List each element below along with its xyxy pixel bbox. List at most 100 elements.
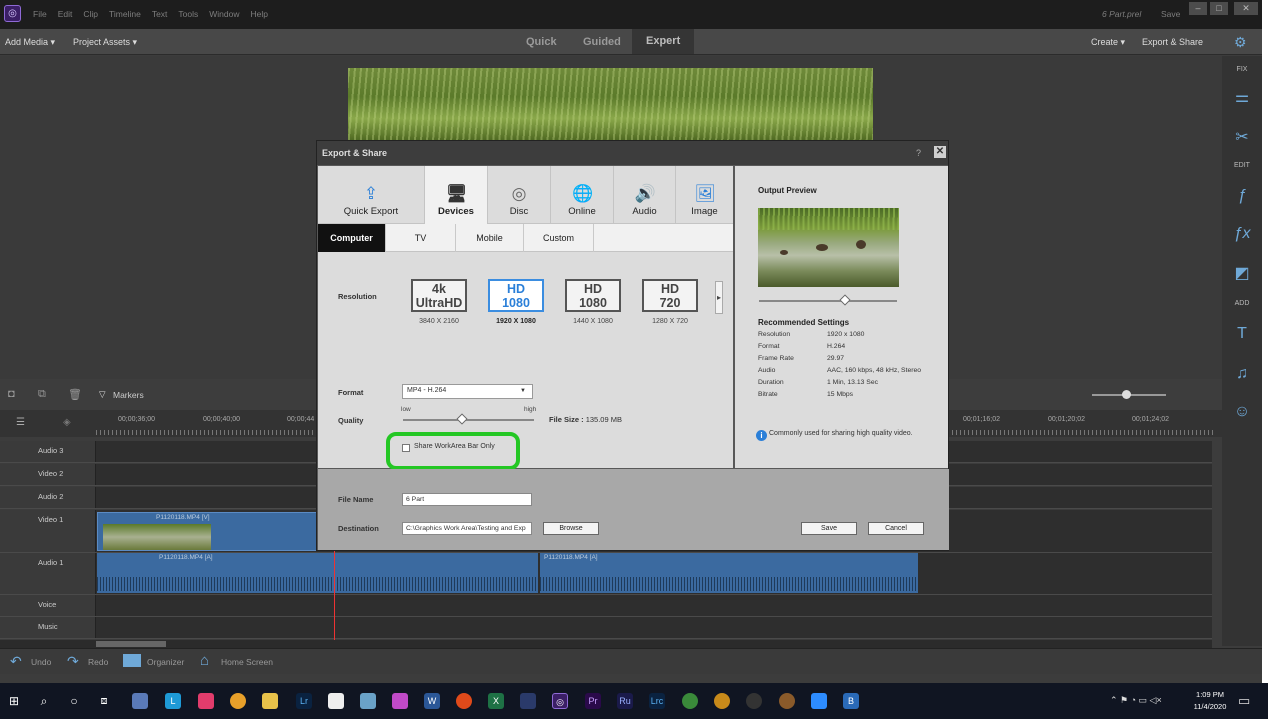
markers-button[interactable]: Markers xyxy=(113,390,144,400)
timeline-scrollbar[interactable] xyxy=(0,640,1212,648)
resolution-4k-option[interactable]: 4k UltraHD xyxy=(411,279,467,312)
audio-clip[interactable]: P1120118.MP4 [A] xyxy=(97,553,538,593)
app-icon[interactable]: B xyxy=(843,693,859,709)
menu-text[interactable]: Text xyxy=(152,9,168,19)
notifications-icon[interactable]: ▭ xyxy=(1238,693,1250,709)
word-icon[interactable]: W xyxy=(424,693,440,709)
add-media-button[interactable]: Add Media ▾ xyxy=(5,37,55,48)
mode-guided[interactable]: Guided xyxy=(583,36,621,48)
file-explorer-icon[interactable] xyxy=(262,693,278,709)
app-icon[interactable] xyxy=(360,693,376,709)
app-icon[interactable]: L xyxy=(165,693,181,709)
taskbar-time[interactable]: 1:09 PM xyxy=(1190,690,1230,699)
app-icon[interactable] xyxy=(746,693,762,709)
lightroom-icon[interactable]: Lr xyxy=(296,693,312,709)
quality-slider[interactable] xyxy=(403,413,534,425)
preview-scrubber[interactable] xyxy=(759,294,897,306)
titles-icon[interactable]: T xyxy=(1232,324,1252,344)
app-icon[interactable] xyxy=(520,693,536,709)
notepad-icon[interactable] xyxy=(328,693,344,709)
app-icon[interactable] xyxy=(392,693,408,709)
app-icon[interactable] xyxy=(779,693,795,709)
project-assets-button[interactable]: Project Assets ▾ xyxy=(73,37,137,48)
rush-icon[interactable]: Ru xyxy=(617,693,633,709)
transitions-icon[interactable]: ◩ xyxy=(1232,264,1252,284)
redo-icon[interactable]: ↷ xyxy=(67,653,79,670)
search-icon[interactable]: ⌕ xyxy=(36,693,52,709)
scrollbar-thumb[interactable] xyxy=(96,641,166,647)
home-screen-button[interactable]: Home Screen xyxy=(221,657,273,667)
quality-slider-thumb[interactable] xyxy=(456,413,468,425)
menu-timeline[interactable]: Timeline xyxy=(109,9,141,19)
category-audio[interactable]: 🔊 Audio xyxy=(614,166,676,224)
undo-button[interactable]: Undo xyxy=(31,657,51,667)
track-music[interactable]: Music xyxy=(0,617,1212,639)
resolution-hd720-option[interactable]: HD 720 xyxy=(642,279,698,312)
save-link[interactable]: Save xyxy=(1161,9,1180,19)
excel-icon[interactable]: X xyxy=(488,693,504,709)
adjust-icon[interactable]: ⚌ xyxy=(1232,88,1252,108)
create-button[interactable]: Create ▾ xyxy=(1091,37,1125,48)
lightroom-classic-icon[interactable]: Lrc xyxy=(649,693,665,709)
help-icon[interactable]: ? xyxy=(916,148,926,158)
effects-icon[interactable]: ƒx xyxy=(1232,224,1252,244)
tools-icon[interactable]: ✂ xyxy=(1232,128,1252,148)
close-window-button[interactable]: ✕ xyxy=(1234,2,1258,15)
app-icon[interactable] xyxy=(682,693,698,709)
video-clip[interactable]: P1120118.MP4 [V] xyxy=(97,512,317,551)
app-icon[interactable] xyxy=(456,693,472,709)
tab-mobile[interactable]: Mobile xyxy=(456,224,524,252)
premiere-elements-taskbar-icon[interactable]: ◎ xyxy=(552,693,568,709)
minimize-button[interactable]: ‒ xyxy=(1189,2,1207,15)
menu-help[interactable]: Help xyxy=(251,9,268,19)
audio-mixer-icon[interactable]: ◈ xyxy=(63,417,71,428)
destination-input[interactable]: C:\Graphics Work Area\Testing and Exp xyxy=(402,522,532,535)
dialog-close-button[interactable]: ✕ xyxy=(934,146,946,158)
menu-window[interactable]: Window xyxy=(209,9,239,19)
premiere-pro-icon[interactable]: Pr xyxy=(585,693,601,709)
track-voice[interactable]: Voice xyxy=(0,595,1212,617)
tab-tv[interactable]: TV xyxy=(386,224,456,252)
resolution-next-arrow-icon[interactable]: ▸ xyxy=(715,281,723,314)
category-quick-export[interactable]: ⇪ Quick Export xyxy=(318,166,425,224)
trash-icon[interactable]: 🗑 xyxy=(68,388,82,401)
category-disc[interactable]: ◎ Disc xyxy=(488,166,551,224)
category-image[interactable]: 🖼 Image xyxy=(676,166,733,224)
share-workarea-checkbox[interactable] xyxy=(402,444,410,452)
track-audio-1[interactable]: Audio 1 P1120118.MP4 [A] P1120118.MP4 [A… xyxy=(0,553,1212,595)
save-button[interactable]: Save xyxy=(801,522,857,535)
category-devices[interactable]: 🖥 Devices xyxy=(425,166,488,224)
redo-button[interactable]: Redo xyxy=(88,657,108,667)
settings-gear-icon[interactable]: ⚙ xyxy=(1234,34,1247,51)
tab-computer[interactable]: Computer xyxy=(318,224,386,252)
zoom-icon[interactable] xyxy=(811,693,827,709)
preview-scrubber-thumb[interactable] xyxy=(839,294,851,306)
resolution-hd1080-1440-option[interactable]: HD 1080 xyxy=(565,279,621,312)
resolution-hd1080-option[interactable]: HD 1080 xyxy=(488,279,544,312)
file-name-input[interactable]: 6 Part xyxy=(402,493,532,506)
task-view-icon[interactable]: ⧈ xyxy=(96,693,112,709)
menu-clip[interactable]: Clip xyxy=(83,9,98,19)
browse-button[interactable]: Browse xyxy=(543,522,599,535)
menu-tools[interactable]: Tools xyxy=(178,9,198,19)
organizer-button[interactable]: Organizer xyxy=(147,657,184,667)
audio-clip[interactable]: P1120118.MP4 [A] xyxy=(540,553,918,593)
track-options-icon[interactable]: ☰ xyxy=(16,417,25,428)
cancel-button[interactable]: Cancel xyxy=(868,522,924,535)
tab-custom[interactable]: Custom xyxy=(524,224,594,252)
menu-edit[interactable]: Edit xyxy=(58,9,73,19)
camera-icon[interactable]: ◘ xyxy=(8,388,15,400)
app-icon[interactable] xyxy=(714,693,730,709)
zoom-slider[interactable] xyxy=(1092,390,1166,399)
app-icon[interactable] xyxy=(198,693,214,709)
undo-icon[interactable]: ↶ xyxy=(10,653,22,670)
taskbar-date[interactable]: 11/4/2020 xyxy=(1190,702,1230,711)
home-icon[interactable]: ⌂ xyxy=(200,652,209,669)
windows-start-icon[interactable]: ⊞ xyxy=(6,693,22,709)
mode-expert[interactable]: Expert xyxy=(632,29,695,54)
applied-effects-icon[interactable]: ƒ xyxy=(1232,186,1252,206)
organizer-icon[interactable] xyxy=(123,654,141,667)
menu-file[interactable]: File xyxy=(33,9,47,19)
maximize-button[interactable]: □ xyxy=(1210,2,1228,15)
zoom-slider-thumb[interactable] xyxy=(1122,390,1131,399)
